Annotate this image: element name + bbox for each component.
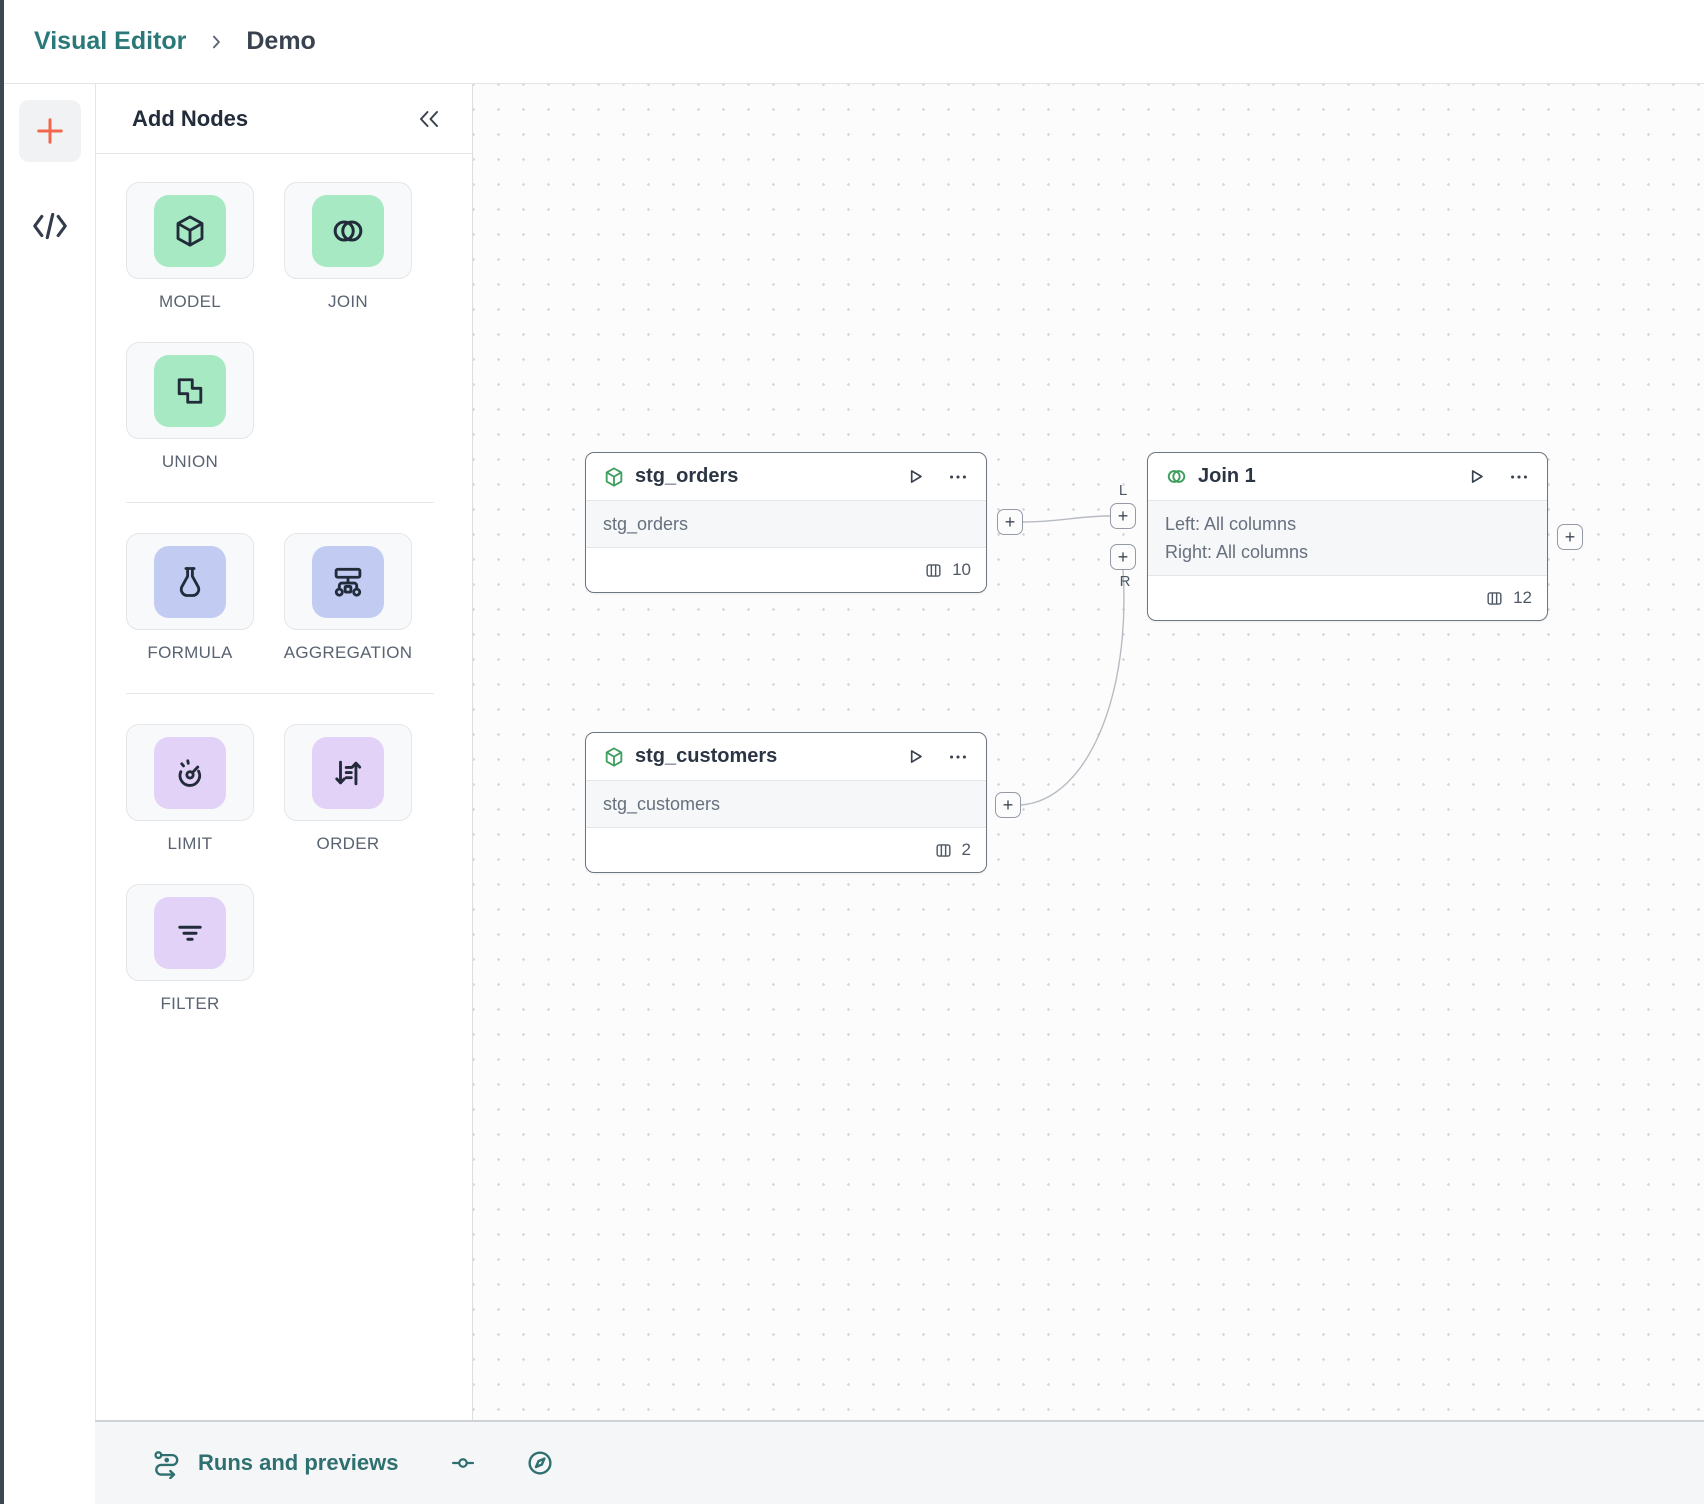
- run-node-button[interactable]: [1465, 466, 1486, 487]
- palette-group-sources: MODEL JOIN: [126, 182, 448, 472]
- palette-group-shaping: LIMIT ORDER: [126, 724, 448, 1014]
- aggregation-tree-icon: [312, 546, 384, 618]
- breadcrumb: Visual Editor Demo: [4, 0, 1704, 84]
- node-stg-customers[interactable]: stg_customers stg_custom: [585, 732, 987, 873]
- node-stg-orders[interactable]: stg_orders stg_orders: [585, 452, 987, 593]
- cube-icon: [603, 466, 625, 488]
- column-count: 10: [952, 560, 971, 580]
- join-left-summary: Left: All columns: [1165, 510, 1530, 538]
- run-node-button[interactable]: [904, 746, 925, 767]
- tile-label: MODEL: [159, 292, 221, 312]
- node-menu-button[interactable]: [947, 466, 969, 488]
- runs-and-previews-label: Runs and previews: [198, 1450, 399, 1476]
- commit-button[interactable]: [449, 1449, 477, 1477]
- code-icon: [30, 211, 70, 241]
- tile-label: FORMULA: [147, 643, 232, 663]
- commit-icon: [449, 1449, 477, 1477]
- node-title: Join 1: [1198, 465, 1256, 488]
- plus-icon: [32, 113, 68, 149]
- columns-icon: [934, 841, 953, 860]
- run-node-button[interactable]: [904, 466, 925, 487]
- bottom-bar: Runs and previews: [95, 1420, 1704, 1504]
- tile-label: AGGREGATION: [284, 643, 413, 663]
- page-title: Demo: [246, 27, 315, 56]
- tile-label: JOIN: [328, 292, 368, 312]
- filter-lines-icon: [154, 897, 226, 969]
- play-icon: [904, 746, 925, 767]
- palette-tile-order[interactable]: ORDER: [284, 724, 412, 854]
- columns-icon: [924, 561, 943, 580]
- cube-icon: [603, 746, 625, 768]
- add-node-button[interactable]: [19, 100, 81, 162]
- port-join-output[interactable]: +: [1557, 524, 1583, 550]
- palette-group-transforms: FORMULA AGGREGATION: [126, 533, 448, 663]
- sort-arrows-icon: [312, 737, 384, 809]
- ellipsis-icon: [1508, 466, 1530, 488]
- edge-customers-to-join-right: [1021, 570, 1124, 805]
- palette-tile-join[interactable]: JOIN: [284, 182, 412, 312]
- node-source-name: stg_customers: [603, 790, 969, 818]
- palette-divider: [126, 693, 434, 694]
- tile-label: ORDER: [317, 834, 380, 854]
- node-join-1[interactable]: Join 1 Left: All columns: [1147, 452, 1548, 621]
- flow-canvas[interactable]: stg_orders stg_orders: [473, 84, 1704, 1420]
- edge-orders-to-join-left: [1023, 516, 1110, 522]
- join-left-port-label: L: [1110, 482, 1136, 499]
- route-icon: [151, 1447, 183, 1479]
- palette-tile-aggregation[interactable]: AGGREGATION: [284, 533, 412, 663]
- collapse-panel-button[interactable]: [416, 109, 442, 129]
- visual-editor-app: Visual Editor Demo: [0, 0, 1704, 1504]
- port-stg-orders-output[interactable]: +: [997, 509, 1023, 535]
- port-join-left-input[interactable]: +: [1110, 503, 1136, 529]
- play-icon: [1465, 466, 1486, 487]
- tile-label: LIMIT: [168, 834, 213, 854]
- join-circles-icon: [1165, 465, 1188, 488]
- join-circles-icon: [312, 195, 384, 267]
- column-count: 12: [1513, 588, 1532, 608]
- compass-icon: [525, 1448, 555, 1478]
- add-nodes-panel: Add Nodes: [95, 84, 473, 1420]
- column-count: 2: [962, 840, 971, 860]
- port-stg-customers-output[interactable]: +: [995, 792, 1021, 818]
- ellipsis-icon: [947, 466, 969, 488]
- cube-icon: [154, 195, 226, 267]
- node-title: stg_customers: [635, 745, 777, 768]
- palette-tile-union[interactable]: UNION: [126, 342, 254, 472]
- flask-icon: [154, 546, 226, 618]
- join-right-summary: Right: All columns: [1165, 538, 1530, 566]
- union-shapes-icon: [154, 355, 226, 427]
- palette-tile-formula[interactable]: FORMULA: [126, 533, 254, 663]
- collapse-double-chevron-left-icon: [416, 109, 442, 129]
- columns-icon: [1485, 589, 1504, 608]
- node-menu-button[interactable]: [1508, 466, 1530, 488]
- palette-divider: [126, 502, 434, 503]
- node-menu-button[interactable]: [947, 746, 969, 768]
- palette-tile-model[interactable]: MODEL: [126, 182, 254, 312]
- breadcrumb-root-link[interactable]: Visual Editor: [34, 27, 186, 56]
- explore-button[interactable]: [525, 1448, 555, 1478]
- ellipsis-icon: [947, 746, 969, 768]
- palette-tile-filter[interactable]: FILTER: [126, 884, 254, 1014]
- left-rail: [4, 84, 95, 1504]
- tile-label: UNION: [162, 452, 218, 472]
- palette-tile-limit[interactable]: LIMIT: [126, 724, 254, 854]
- chevron-right-icon: [206, 32, 226, 52]
- node-title: stg_orders: [635, 465, 738, 488]
- code-view-button[interactable]: [26, 206, 74, 246]
- panel-title: Add Nodes: [132, 106, 248, 132]
- port-join-right-input[interactable]: +: [1110, 544, 1136, 570]
- join-right-port-label: R: [1112, 573, 1138, 590]
- gauge-icon: [154, 737, 226, 809]
- node-source-name: stg_orders: [603, 510, 969, 538]
- runs-and-previews-button[interactable]: Runs and previews: [151, 1447, 399, 1479]
- play-icon: [904, 466, 925, 487]
- tile-label: FILTER: [160, 994, 219, 1014]
